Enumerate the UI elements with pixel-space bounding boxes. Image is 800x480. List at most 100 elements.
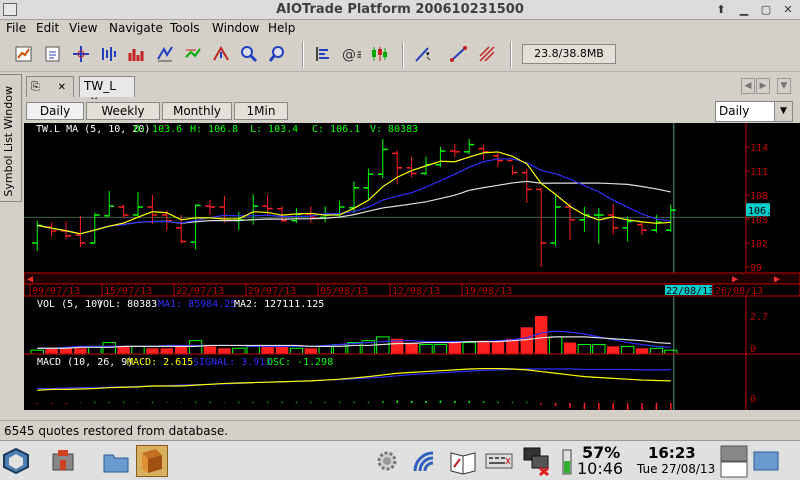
- minimize-icon[interactable]: ▁: [735, 2, 753, 18]
- volume-bar: [45, 348, 58, 354]
- tab-chart-doc[interactable]: ⎘ ✕: [26, 76, 74, 97]
- export-icon[interactable]: [41, 42, 65, 66]
- network-disconnected-icon[interactable]: [520, 445, 552, 477]
- show-desktop-icon[interactable]: [750, 445, 782, 477]
- volume-bar: [620, 345, 635, 355]
- menu-file[interactable]: File: [6, 21, 26, 35]
- keyboard-icon[interactable]: [483, 445, 515, 477]
- wifi-icon[interactable]: [407, 445, 439, 477]
- book-icon[interactable]: [447, 445, 479, 477]
- chart-svg[interactable]: TW.L MA (5, 10, 20) O: 103.6 H: 106.8 L:…: [24, 123, 800, 410]
- crosshair-icon[interactable]: [69, 42, 93, 66]
- scroll-tabs-right-icon[interactable]: ▶: [756, 78, 770, 94]
- frequency-select[interactable]: Daily ▼: [715, 101, 793, 122]
- menu-window[interactable]: Window: [212, 21, 259, 35]
- volume-bar: [102, 342, 116, 355]
- volume-bar: [175, 346, 188, 354]
- status-text: 6545 quotes restored from database.: [4, 424, 229, 438]
- taskbar: 57% 10:46 16:23 Tue 27/08/13: [0, 440, 800, 480]
- volume-bar: [477, 340, 490, 354]
- zoom-out-icon[interactable]: [265, 42, 289, 66]
- macd-tick-label: 0: [750, 394, 756, 405]
- draw-line-icon[interactable]: ▾: [411, 42, 435, 66]
- marker-icon[interactable]: [209, 42, 233, 66]
- document-tabs: ⎘ ✕ TW_L ✕ ◀ ▶ ▼: [24, 76, 800, 107]
- tab-1min[interactable]: 1Min: [234, 102, 288, 120]
- volume-bar: [520, 327, 533, 354]
- menu-view[interactable]: View: [69, 21, 97, 35]
- volume-bar: [548, 336, 563, 355]
- tab-close-icon[interactable]: ✕: [58, 82, 66, 93]
- tab-weekly[interactable]: Weekly: [86, 102, 160, 120]
- volume-bar: [563, 342, 577, 354]
- file-manager-icon[interactable]: [100, 445, 132, 477]
- tab-list-icon[interactable]: ▼: [777, 78, 791, 94]
- workspace-switcher-icon[interactable]: [718, 445, 750, 478]
- volume-tick-label: 0: [750, 344, 756, 355]
- menu-bar: File Edit View Navigate Tools Window Hel…: [0, 20, 800, 38]
- maximize-icon[interactable]: ▢: [757, 2, 775, 18]
- date-axis-label: 19/08/13: [464, 286, 512, 297]
- settings-gear-icon[interactable]: [371, 445, 403, 477]
- compare-icon[interactable]: [153, 42, 177, 66]
- indicator-icon[interactable]: [181, 42, 205, 66]
- menu-help[interactable]: Help: [268, 21, 295, 35]
- scroll-tabs-left-icon[interactable]: ◀: [741, 78, 755, 94]
- trendline-icon[interactable]: [447, 42, 471, 66]
- frequency-select-value: Daily: [719, 104, 750, 118]
- date-axis-label: 29/07/13: [248, 286, 296, 297]
- clock-date[interactable]: Tue 27/08/13: [637, 462, 715, 476]
- volume-bar: [117, 346, 130, 354]
- toolbar-separator: [302, 42, 304, 68]
- quote-icon[interactable]: [97, 42, 121, 66]
- open-chart-icon[interactable]: [12, 42, 36, 66]
- volume-bar: [433, 343, 448, 355]
- volume-bar: [146, 348, 159, 354]
- zoom-in-icon[interactable]: [237, 42, 261, 66]
- volume-bar: [419, 343, 433, 355]
- window-up-icon[interactable]: ⬆: [712, 2, 730, 18]
- tab-daily[interactable]: Daily: [26, 102, 84, 120]
- volume-tick-label: 2.7: [750, 312, 768, 323]
- volume-bar: [188, 340, 203, 355]
- volume-bar: [74, 348, 87, 354]
- package-manager-icon[interactable]: [47, 445, 79, 477]
- histogram-icon[interactable]: [125, 42, 149, 66]
- window-title: AIOTrade Platform 200610231500: [276, 2, 524, 17]
- symbol-icon[interactable]: @≡: [339, 42, 363, 66]
- vol-header-label: VOL (5, 10): [37, 299, 103, 310]
- start-menu-icon[interactable]: [0, 445, 32, 477]
- volume-bar: [289, 347, 304, 355]
- vol-header-ma1: MA1: 85984.25: [158, 299, 236, 310]
- tab-monthly[interactable]: Monthly: [162, 102, 232, 120]
- menu-navigate[interactable]: Navigate: [109, 21, 163, 35]
- macd-header-label: MACD (10, 26, 9): [37, 357, 133, 368]
- close-icon[interactable]: ✕: [779, 2, 797, 18]
- memory-indicator[interactable]: 23.8/38.8MB: [522, 44, 616, 64]
- macd-header-signal: SIGNAL: 3.913: [193, 357, 271, 368]
- symbol-list-window-tab[interactable]: Symbol List Window: [0, 74, 22, 202]
- chevron-down-icon[interactable]: ▼: [774, 102, 792, 121]
- volume-bar: [318, 345, 332, 355]
- tab-tw-l[interactable]: TW_L ✕: [79, 76, 135, 107]
- volume-bar: [664, 349, 678, 355]
- date-axis-label: 12/08/13: [392, 286, 440, 297]
- volume-bar: [376, 336, 390, 355]
- volume-bar: [592, 343, 606, 355]
- volume-bar: [261, 346, 274, 354]
- toolbar: @≡ ▾ 23.8/38.8MB: [0, 38, 800, 72]
- fibonacci-icon[interactable]: [475, 42, 499, 66]
- menu-tools[interactable]: Tools: [170, 21, 200, 35]
- timeline-scrollbar: [24, 272, 800, 285]
- candles-icon[interactable]: [367, 42, 391, 66]
- align-left-icon[interactable]: [311, 42, 335, 66]
- clock-time[interactable]: 16:23: [648, 444, 696, 462]
- menu-edit[interactable]: Edit: [36, 21, 59, 35]
- aiotrade-app-icon[interactable]: [136, 445, 168, 477]
- battery-icon[interactable]: [561, 445, 573, 477]
- macd-signal-line: [37, 368, 671, 390]
- volume-bar: [232, 347, 246, 355]
- chart-area[interactable]: TW.L MA (5, 10, 20) O: 103.6 H: 106.8 L:…: [24, 123, 800, 410]
- macd-line: [37, 367, 671, 391]
- volume-bar: [30, 349, 44, 355]
